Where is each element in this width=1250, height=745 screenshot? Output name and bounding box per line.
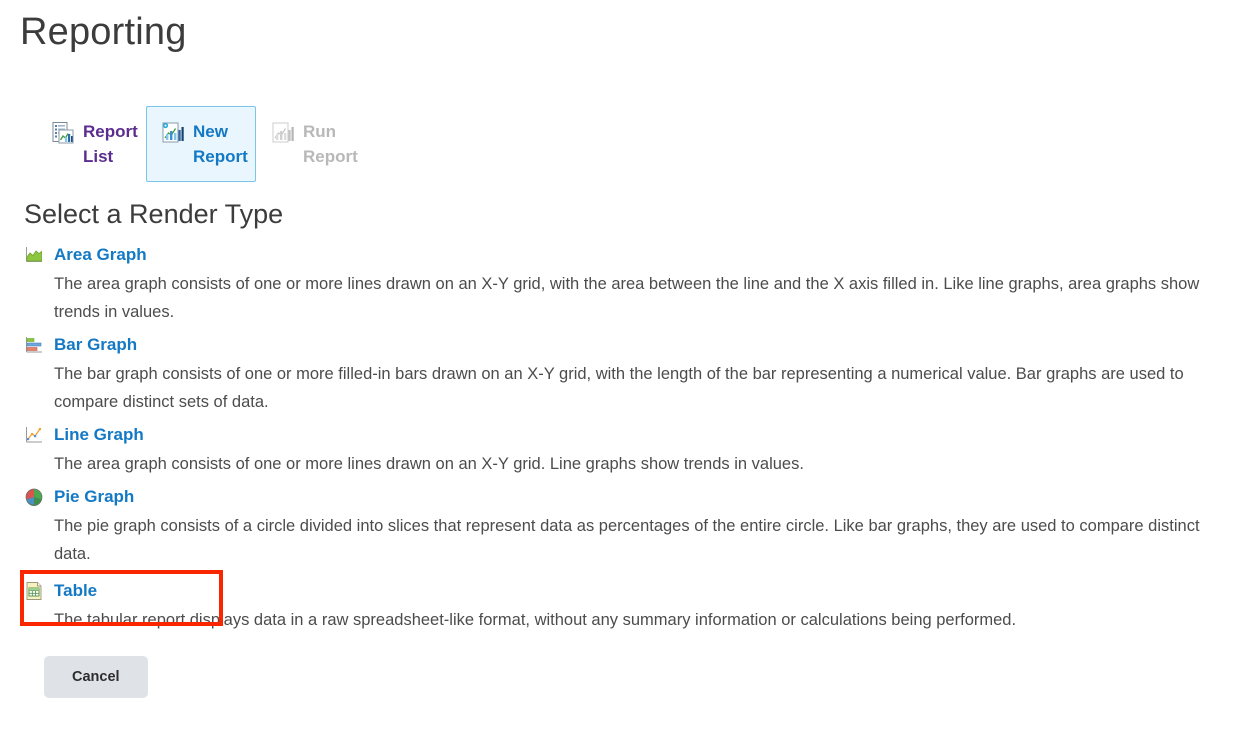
render-type-name[interactable]: Table <box>54 580 97 602</box>
render-type-pie-graph: Pie Graph The pie graph consists of a ci… <box>24 484 1230 568</box>
render-type-name[interactable]: Pie Graph <box>54 486 134 508</box>
render-type-description: The tabular report displays data in a ra… <box>54 611 1017 629</box>
render-type-description: The area graph consists of one or more l… <box>54 455 804 473</box>
bar-graph-icon <box>24 335 44 355</box>
render-type-description: The bar graph consists of one or more fi… <box>54 365 1184 411</box>
tab-new-report-label: New Report <box>193 122 248 166</box>
render-type-name[interactable]: Line Graph <box>54 424 144 446</box>
tab-run-report-label: Run Report <box>303 122 358 166</box>
render-type-header[interactable]: Area Graph <box>24 242 1230 268</box>
run-report-icon <box>271 121 295 145</box>
new-report-icon <box>161 121 185 145</box>
section-heading: Select a Render Type <box>24 199 284 229</box>
render-type-header[interactable]: Table <box>24 578 1230 604</box>
render-type-header[interactable]: Bar Graph <box>24 332 1230 358</box>
cancel-button[interactable]: Cancel <box>44 656 148 698</box>
render-type-description: The area graph consists of one or more l… <box>54 275 1200 321</box>
area-graph-icon <box>24 245 44 265</box>
render-type-header[interactable]: Pie Graph <box>24 484 1230 510</box>
render-type-list: Area Graph The area graph consists of on… <box>20 242 1230 634</box>
tab-new-report[interactable]: New Report <box>146 106 256 182</box>
render-type-name[interactable]: Bar Graph <box>54 334 137 356</box>
form-footer: Cancel <box>20 656 1230 698</box>
render-type-line-graph: Line Graph The area graph consists of on… <box>24 422 1230 478</box>
render-type-area-graph: Area Graph The area graph consists of on… <box>24 242 1230 326</box>
line-graph-icon <box>24 425 44 445</box>
render-type-bar-graph: Bar Graph The bar graph consists of one … <box>24 332 1230 416</box>
report-list-icon <box>51 121 75 145</box>
render-type-description: The pie graph consists of a circle divid… <box>54 517 1200 563</box>
reporting-page: Reporting Report List New Report Run Rep… <box>0 0 1250 698</box>
page-title: Reporting <box>20 11 187 53</box>
table-icon <box>24 581 44 601</box>
tab-report-list-label: Report List <box>83 122 138 166</box>
tab-report-list[interactable]: Report List <box>36 106 146 182</box>
render-type-header[interactable]: Line Graph <box>24 422 1230 448</box>
render-type-name[interactable]: Area Graph <box>54 244 147 266</box>
pie-graph-icon <box>24 487 44 507</box>
render-type-table: Table The tabular report displays data i… <box>20 570 1230 634</box>
tab-run-report[interactable]: Run Report <box>256 106 366 182</box>
report-tabs: Report List New Report Run Report <box>20 106 1230 182</box>
